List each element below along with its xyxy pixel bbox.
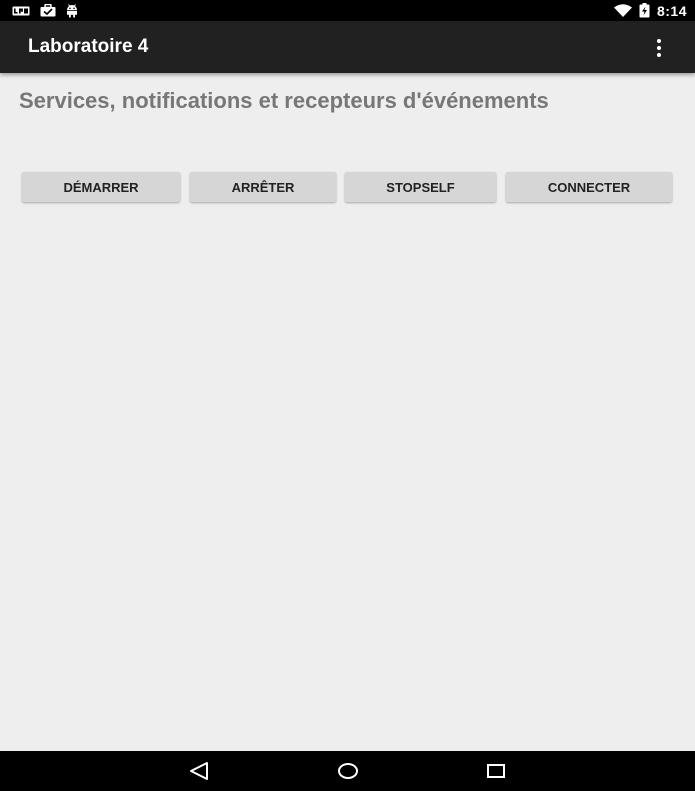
page-heading: Services, notifications et recepteurs d'… [19, 88, 549, 113]
demarrer-button[interactable]: DÉMARRER [22, 172, 180, 202]
briefcase-icon [40, 4, 56, 17]
home-icon[interactable] [335, 759, 361, 783]
system-icons: 8:14 [613, 2, 687, 19]
overflow-menu-icon[interactable] [647, 37, 671, 59]
menu-dot [657, 53, 661, 57]
app-title: Laboratoire 4 [28, 36, 149, 57]
recents-icon[interactable] [483, 759, 509, 783]
android-icon [67, 3, 77, 17]
stopself-button[interactable]: STOPSELF [345, 172, 496, 202]
arreter-button[interactable]: ARRÊTER [190, 172, 336, 202]
wifi-icon [613, 4, 632, 17]
menu-dot [657, 39, 661, 43]
back-icon[interactable] [187, 759, 213, 783]
connecter-button[interactable]: CONNECTER [506, 172, 672, 202]
status-time: 8:14 [656, 2, 687, 19]
lp-icon [12, 6, 30, 15]
notification-icons [12, 3, 78, 18]
battery-charging-icon [639, 3, 650, 18]
status-bar: 8:14 [0, 0, 695, 21]
menu-dot [657, 46, 661, 50]
app-bar: Laboratoire 4 [0, 21, 695, 73]
navigation-bar [0, 751, 695, 791]
